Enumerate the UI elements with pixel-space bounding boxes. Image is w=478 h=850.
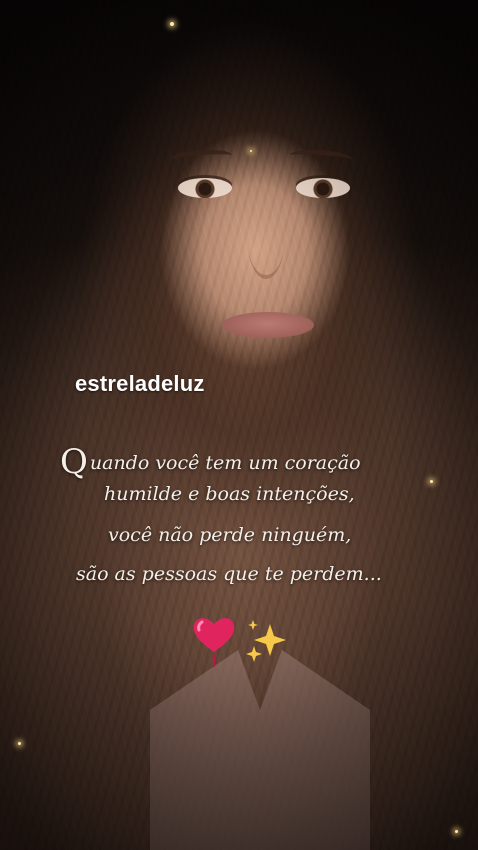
sparkle-dot [170, 22, 174, 26]
emoji-row [190, 612, 310, 668]
username-watermark: estreladeluz [75, 371, 205, 396]
heart-icon [193, 618, 235, 667]
quote-line-4: são as pessoas que te perdem... [76, 563, 382, 585]
quote-line-2: humilde e boas intenções, [104, 483, 355, 505]
quote-line-1: Quando você tem um coração [60, 442, 361, 482]
sparkle-dot [430, 480, 433, 483]
sparkle-dot [18, 742, 21, 745]
sparkles-icon [246, 620, 286, 662]
quote-line-3: você não perde ninguém, [108, 524, 352, 546]
quote-dropcap: Q [60, 442, 88, 482]
quote-line-1-text: uando você tem um coração [89, 452, 361, 474]
vignette [0, 0, 478, 850]
sparkle-dot [455, 830, 458, 833]
sparkle-dot [250, 150, 252, 152]
